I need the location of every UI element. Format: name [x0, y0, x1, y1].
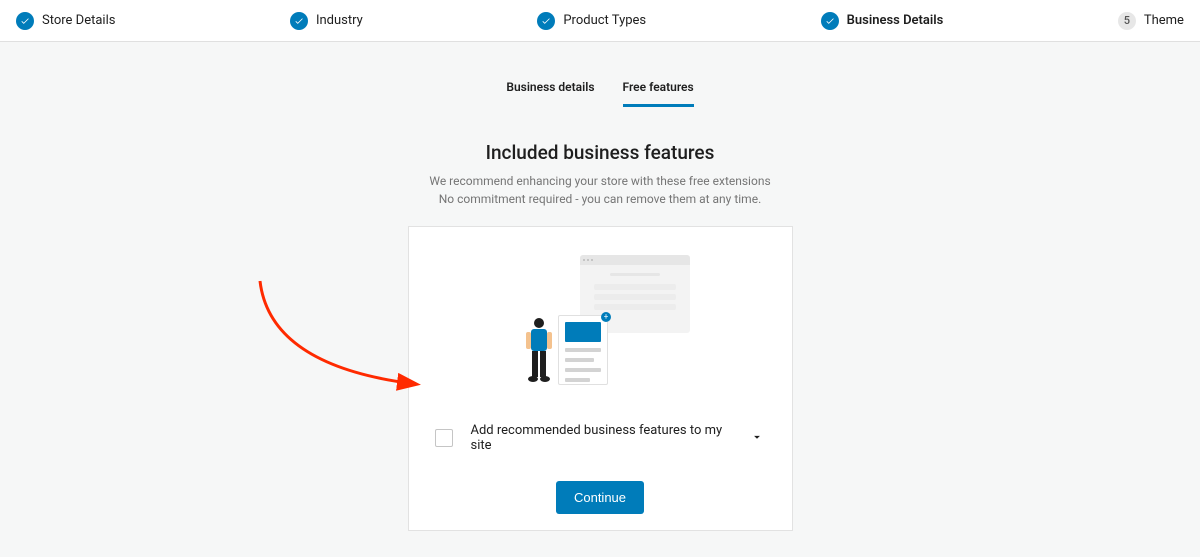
- checkbox-label: Add recommended business features to my …: [471, 423, 730, 453]
- step-label: Product Types: [563, 13, 646, 28]
- step-industry[interactable]: Industry: [290, 12, 363, 30]
- check-icon: [821, 12, 839, 30]
- tab-free-features[interactable]: Free features: [623, 80, 694, 107]
- page-title: Included business features: [0, 141, 1200, 164]
- illustration-document-front: +: [558, 315, 608, 385]
- tab-business-details[interactable]: Business details: [506, 80, 594, 107]
- continue-button[interactable]: Continue: [556, 481, 644, 514]
- step-store-details[interactable]: Store Details: [16, 12, 115, 30]
- step-theme[interactable]: 5 Theme: [1118, 12, 1184, 30]
- step-label: Theme: [1144, 13, 1184, 28]
- check-icon: [290, 12, 308, 30]
- chevron-down-icon: [750, 430, 764, 444]
- check-icon: [537, 12, 555, 30]
- person-icon: [522, 315, 556, 385]
- features-checkbox-row: Add recommended business features to my …: [433, 423, 768, 453]
- content-area: Included business features We recommend …: [0, 141, 1200, 531]
- page-subtitle: We recommend enhancing your store with t…: [0, 172, 1200, 208]
- features-card: + Add recommended business features to: [408, 226, 793, 531]
- expand-features-button[interactable]: [748, 427, 766, 450]
- step-label: Business Details: [847, 13, 944, 28]
- step-number-icon: 5: [1118, 12, 1136, 30]
- step-label: Store Details: [42, 13, 115, 28]
- onboarding-tabs: Business details Free features: [0, 80, 1200, 107]
- check-icon: [16, 12, 34, 30]
- recommended-features-checkbox[interactable]: [435, 429, 453, 447]
- onboarding-stepper: Store Details Industry Product Types Bus…: [0, 0, 1200, 42]
- step-label: Industry: [316, 13, 363, 28]
- step-business-details[interactable]: Business Details: [821, 12, 944, 30]
- plus-icon: +: [601, 312, 611, 322]
- illustration: +: [510, 255, 690, 385]
- step-product-types[interactable]: Product Types: [537, 12, 646, 30]
